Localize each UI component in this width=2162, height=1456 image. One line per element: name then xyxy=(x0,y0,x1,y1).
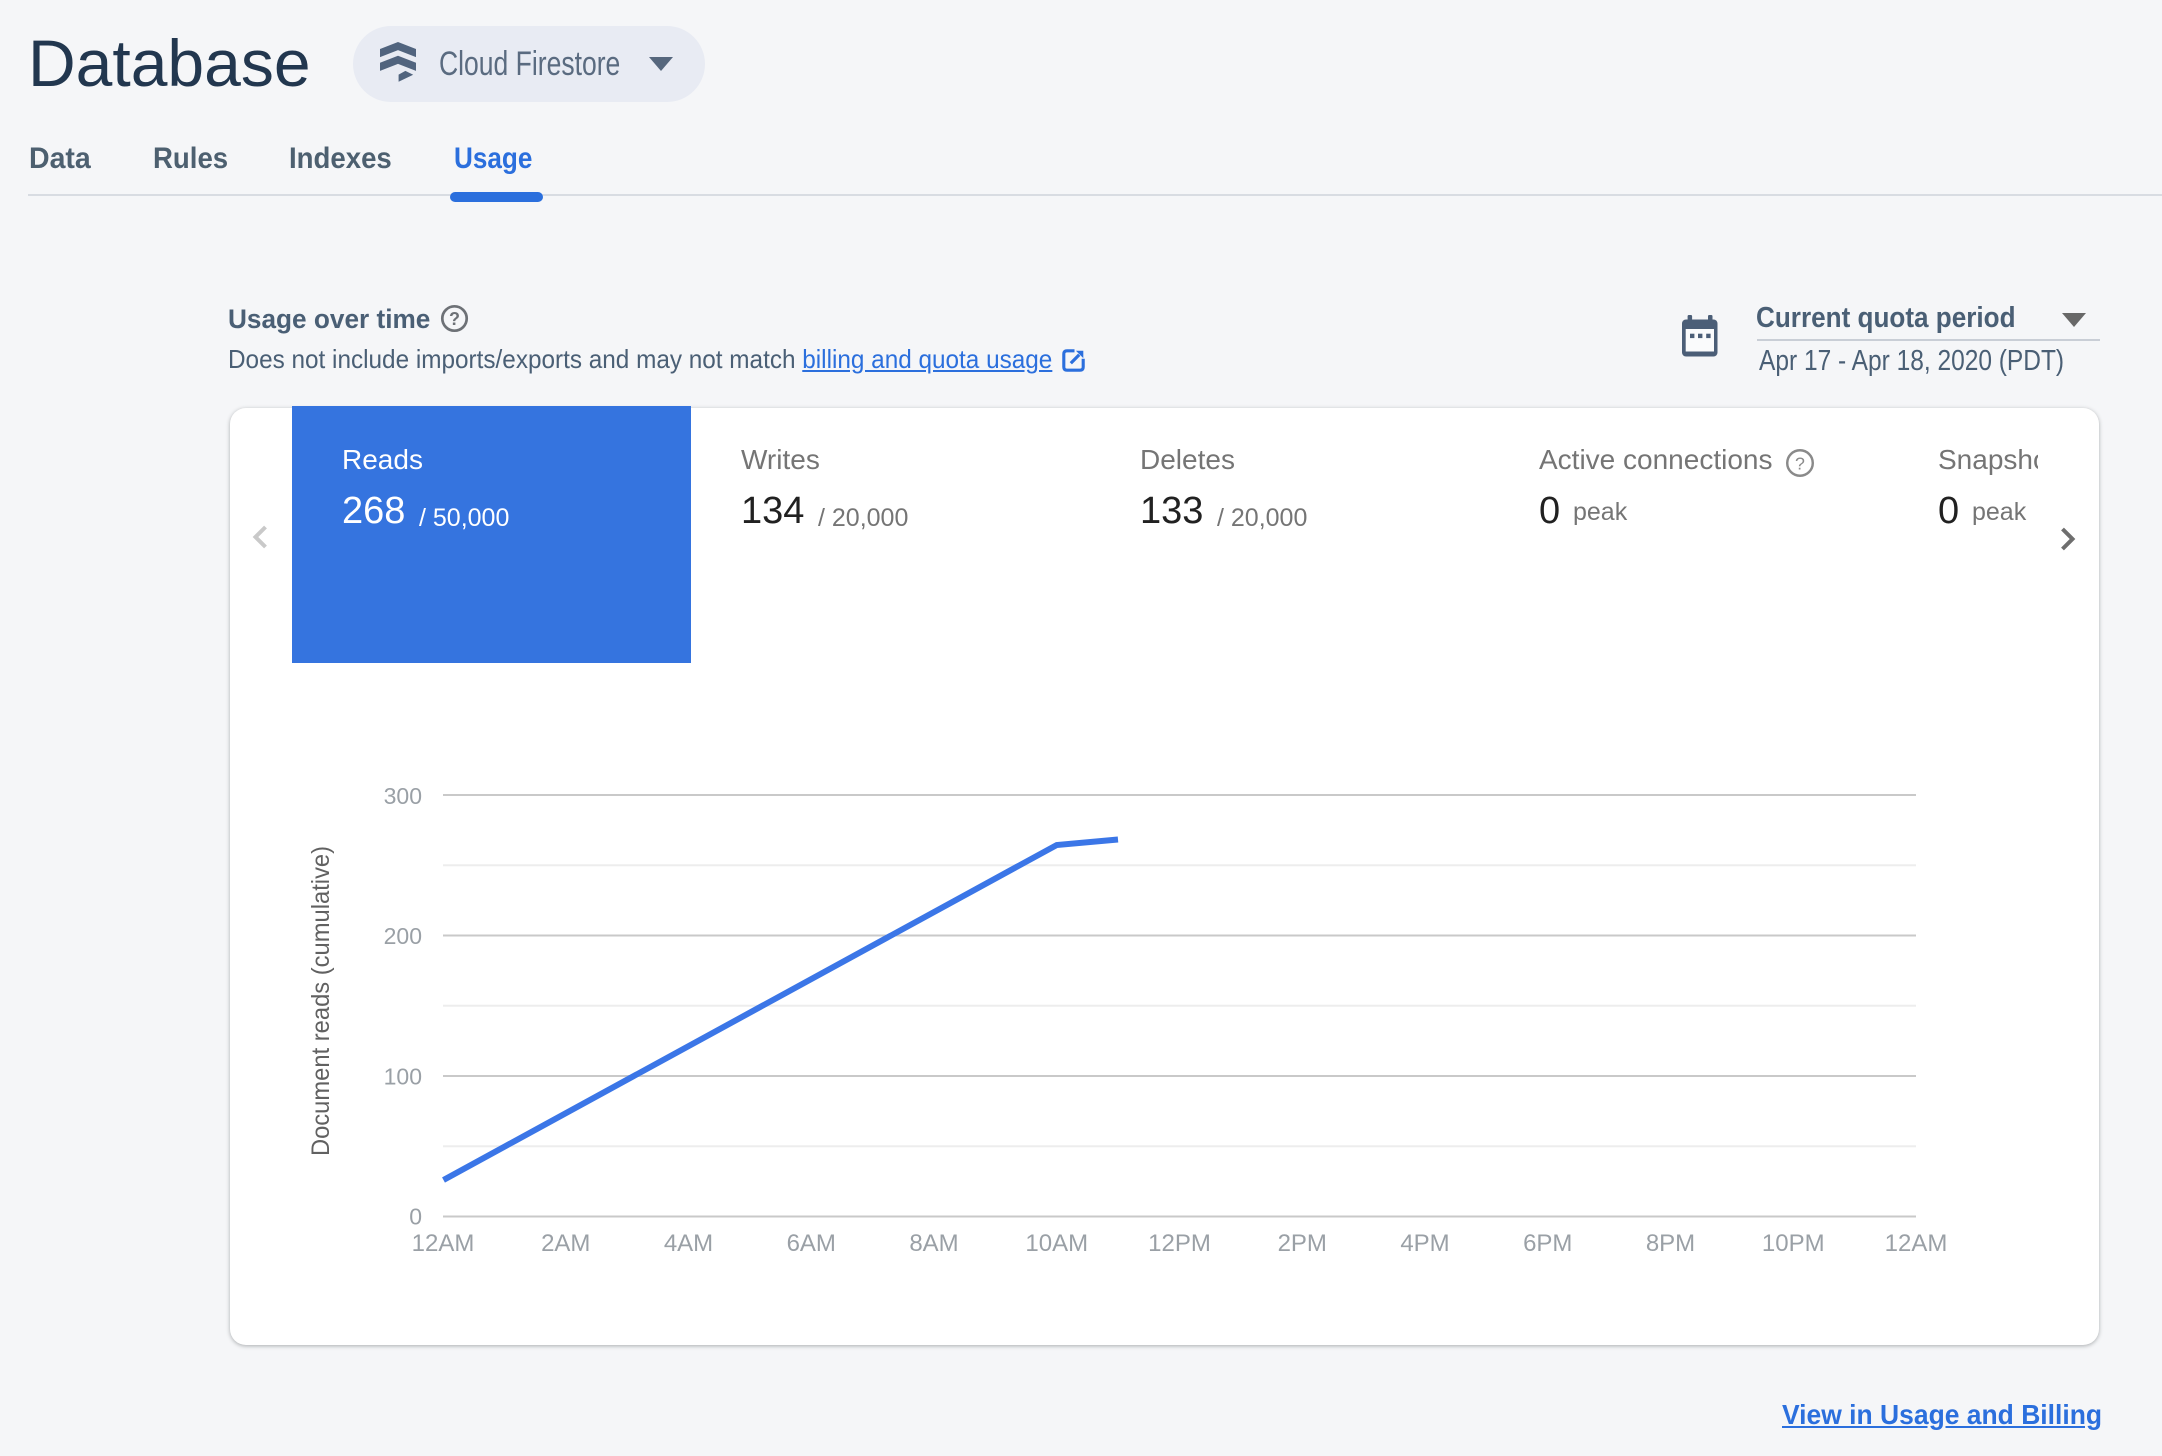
svg-text:100: 100 xyxy=(384,1063,422,1089)
svg-text:8PM: 8PM xyxy=(1646,1230,1695,1257)
svg-text:0: 0 xyxy=(409,1204,422,1230)
svg-text:4PM: 4PM xyxy=(1400,1230,1449,1257)
svg-text:Document reads (cumulative): Document reads (cumulative) xyxy=(307,846,335,1156)
svg-text:10PM: 10PM xyxy=(1762,1230,1825,1257)
svg-text:12AM: 12AM xyxy=(1885,1230,1948,1257)
svg-text:2PM: 2PM xyxy=(1278,1230,1327,1257)
svg-text:12PM: 12PM xyxy=(1148,1230,1211,1257)
svg-text:12AM: 12AM xyxy=(412,1230,475,1257)
svg-text:300: 300 xyxy=(384,783,422,809)
svg-text:8AM: 8AM xyxy=(909,1230,958,1257)
svg-text:?: ? xyxy=(1795,454,1805,474)
svg-text:?: ? xyxy=(449,309,460,329)
svg-text:10AM: 10AM xyxy=(1025,1230,1088,1257)
svg-text:6AM: 6AM xyxy=(787,1230,836,1257)
svg-text:4AM: 4AM xyxy=(664,1230,713,1257)
svg-text:6PM: 6PM xyxy=(1523,1230,1572,1257)
svg-text:2AM: 2AM xyxy=(541,1230,590,1257)
svg-text:200: 200 xyxy=(384,923,422,949)
